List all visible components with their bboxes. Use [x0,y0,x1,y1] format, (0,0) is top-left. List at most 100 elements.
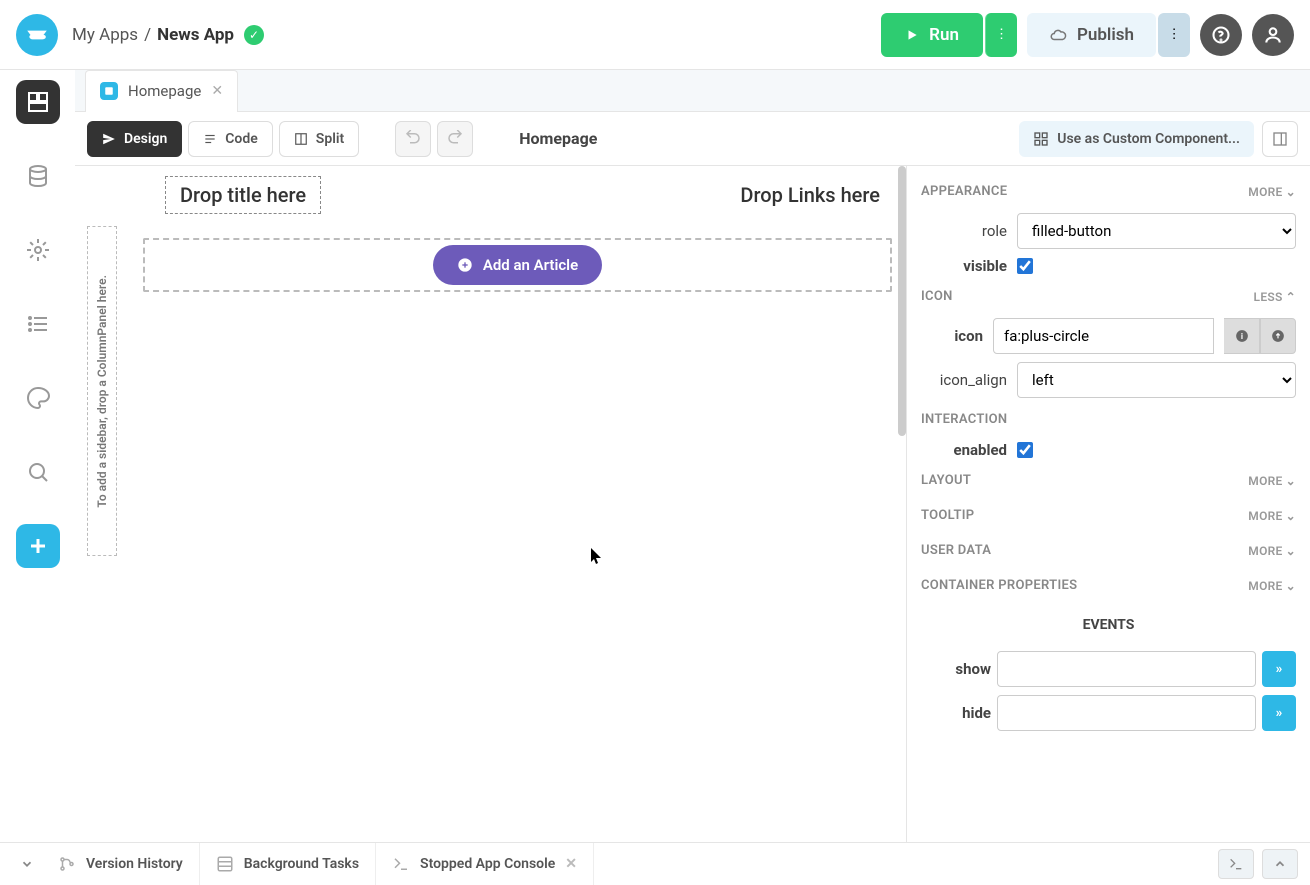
chevron-up-icon [1273,857,1287,871]
more-toggle[interactable]: MORE ⌄ [1248,474,1296,488]
console-button[interactable] [1218,849,1254,879]
sidebar-item-settings[interactable] [16,228,60,272]
help-button[interactable] [1200,14,1242,56]
main-area: Homepage ✕ Design Code Split [0,70,1310,842]
play-icon [905,28,919,42]
check-icon: ✓ [244,25,264,45]
help-icon [1211,25,1231,45]
upload-icon [1271,329,1285,343]
footer-caret[interactable] [12,857,42,871]
footer-tab-stopped-console[interactable]: Stopped App Console ✕ [376,843,594,885]
terminal-icon [392,855,410,873]
footer-tab-version-history[interactable]: Version History [42,843,200,885]
chevron-up-icon: ⌃ [1286,290,1296,304]
code-view-button[interactable]: Code [188,121,273,157]
sidebar-item-data[interactable] [16,154,60,198]
split-view-button[interactable]: Split [279,121,359,157]
icon-info-button[interactable]: i [1224,318,1260,354]
header-left: My Apps / News App ✓ [16,14,264,56]
app-logo[interactable] [16,14,58,56]
breadcrumb-current[interactable]: News App [157,25,234,45]
tab-homepage[interactable]: Homepage ✕ [85,70,238,112]
redo-button[interactable] [437,121,473,157]
undo-button[interactable] [395,121,431,157]
run-menu-button[interactable]: ⋮ [985,13,1017,57]
left-sidebar [0,70,75,842]
sidebar-item-add[interactable] [16,524,60,568]
visible-label: visible [921,257,1007,275]
chevron-down-icon: ⌄ [1286,579,1296,593]
article-dropzone[interactable]: Add an Article [143,238,892,292]
workspace: To add a sidebar, drop a ColumnPanel her… [75,166,1310,842]
links-dropzone[interactable]: Drop Links here [740,183,880,207]
plus-circle-icon [457,257,473,273]
title-dropzone[interactable]: Drop title here [165,176,321,214]
user-icon [1263,25,1283,45]
publish-menu-button[interactable]: ⋮ [1158,13,1190,57]
close-icon[interactable]: ✕ [211,83,223,99]
events-title: EVENTS [907,603,1310,647]
component-icon [1033,131,1049,147]
undo-icon [404,130,422,148]
sidebar-dropzone[interactable]: To add a sidebar, drop a ColumnPanel her… [87,226,117,556]
cloud-icon [1049,26,1067,44]
event-show-button[interactable]: » [1262,651,1296,687]
prompt-icon [1228,856,1244,872]
plus-icon [26,534,50,558]
run-button[interactable]: Run [881,13,983,57]
sidebar-item-designer[interactable] [16,80,60,124]
icon-upload-button[interactable] [1260,318,1296,354]
more-toggle[interactable]: MORE ⌄ [1248,544,1296,558]
more-toggle[interactable]: MORE ⌄ [1248,579,1296,593]
view-toolbar: Design Code Split Homepage [75,112,1310,166]
less-toggle[interactable]: LESS ⌃ [1254,290,1296,304]
top-header: My Apps / News App ✓ Run ⋮ Publish ⋮ [0,0,1310,70]
role-label: role [921,222,1007,240]
redo-icon [446,130,464,148]
header-right: Run ⋮ Publish ⋮ [881,13,1294,57]
icon-label: icon [921,327,983,345]
custom-component-button[interactable]: Use as Custom Component... [1019,121,1254,157]
tasks-icon [216,855,234,873]
section-container[interactable]: CONTAINER PROPERTIES MORE ⌄ [907,568,1310,603]
more-toggle[interactable]: MORE ⌄ [1248,185,1296,199]
expand-button[interactable] [1262,849,1298,879]
layout-toggle-button[interactable] [1262,121,1298,157]
section-icon[interactable]: ICON LESS ⌃ [907,279,1310,314]
close-icon[interactable]: ✕ [565,856,577,872]
enabled-label: enabled [921,441,1007,459]
sidebar-item-search[interactable] [16,450,60,494]
footer-tab-background-tasks[interactable]: Background Tasks [200,843,376,885]
chevron-down-icon: ⌄ [1286,474,1296,488]
canvas[interactable]: To add a sidebar, drop a ColumnPanel her… [75,166,906,842]
icon-input[interactable] [993,318,1214,354]
add-article-button[interactable]: Add an Article [433,245,602,285]
more-toggle[interactable]: MORE ⌄ [1248,509,1296,523]
breadcrumb: My Apps / News App ✓ [72,25,264,45]
publish-button[interactable]: Publish [1027,13,1156,57]
split-icon [294,132,308,146]
gear-icon [26,238,50,262]
section-userdata[interactable]: USER DATA MORE ⌄ [907,533,1310,568]
event-show-input[interactable] [997,651,1256,687]
account-button[interactable] [1252,14,1294,56]
scrollbar[interactable] [898,166,906,436]
sidebar-item-list[interactable] [16,302,60,346]
layout-icon [26,90,50,114]
event-hide-label: hide [921,704,991,722]
section-appearance[interactable]: APPEARANCE MORE ⌄ [907,174,1310,209]
enabled-checkbox[interactable] [1017,442,1033,458]
role-select[interactable]: filled-button [1017,213,1296,249]
section-tooltip[interactable]: TOOLTIP MORE ⌄ [907,498,1310,533]
sidebar-item-theme[interactable] [16,376,60,420]
code-icon [203,132,217,146]
icon-align-select[interactable]: left [1017,362,1296,398]
section-interaction[interactable]: INTERACTION [907,402,1310,437]
section-layout[interactable]: LAYOUT MORE ⌄ [907,463,1310,498]
breadcrumb-root[interactable]: My Apps [72,25,138,45]
properties-panel: APPEARANCE MORE ⌄ role filled-button vis… [906,166,1310,842]
visible-checkbox[interactable] [1017,258,1033,274]
design-view-button[interactable]: Design [87,121,182,157]
event-hide-input[interactable] [997,695,1256,731]
event-hide-button[interactable]: » [1262,695,1296,731]
